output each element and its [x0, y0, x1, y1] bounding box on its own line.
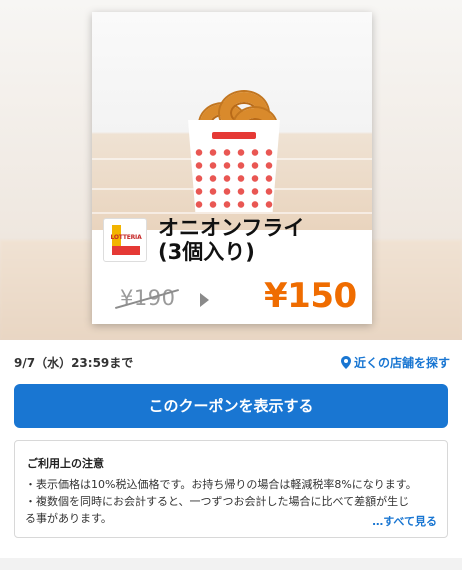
- brand-logo: LOTTERIA: [103, 218, 147, 262]
- product-photo: [92, 12, 372, 230]
- logo-text: LOTTERIA: [110, 234, 142, 241]
- show-all-link[interactable]: …すべて見る: [372, 513, 437, 529]
- coupon-hero: LOTTERIA オニオンフライ (3個入り) ¥190 ¥150: [0, 0, 462, 340]
- show-coupon-button[interactable]: このクーポンを表示する: [14, 384, 448, 428]
- bottom-spacer: [0, 558, 462, 570]
- note-line: ・表示価格は10%税込価格です。お持ち帰りの場合は軽減税率8%になります。: [25, 478, 417, 491]
- product-name: オニオンフライ (3個入り): [158, 216, 358, 264]
- usage-notes: ご利用上の注意 ・表示価格は10%税込価格です。お持ち帰りの場合は軽減税率8%に…: [14, 440, 448, 538]
- nearby-stores-link[interactable]: 近くの店舗を探す: [340, 354, 450, 371]
- discount-price: ¥150: [264, 276, 357, 316]
- location-pin-icon: [340, 356, 351, 369]
- notes-title: ご利用上の注意: [27, 457, 104, 470]
- arrow-right-icon: [200, 293, 209, 307]
- coupon-card[interactable]: LOTTERIA オニオンフライ (3個入り) ¥190 ¥150: [92, 12, 372, 324]
- product-name-line2: (3個入り): [158, 240, 255, 264]
- bag-logo: [212, 132, 256, 139]
- table-grain: [92, 212, 372, 214]
- expiry-date: 9/7（水）23:59まで: [14, 356, 134, 370]
- bag-pattern: [192, 146, 276, 210]
- product-name-line1: オニオンフライ: [158, 216, 305, 240]
- coupon-details-panel: 9/7（水）23:59まで 近くの店舗を探す このクーポンを表示する ご利用上の…: [0, 340, 462, 570]
- nearby-stores-label: 近くの店舗を探す: [353, 356, 450, 370]
- note-line: ・複数個を同時にお会計すると、一つずつお会計した場合に比べて差額が生じ: [25, 495, 410, 508]
